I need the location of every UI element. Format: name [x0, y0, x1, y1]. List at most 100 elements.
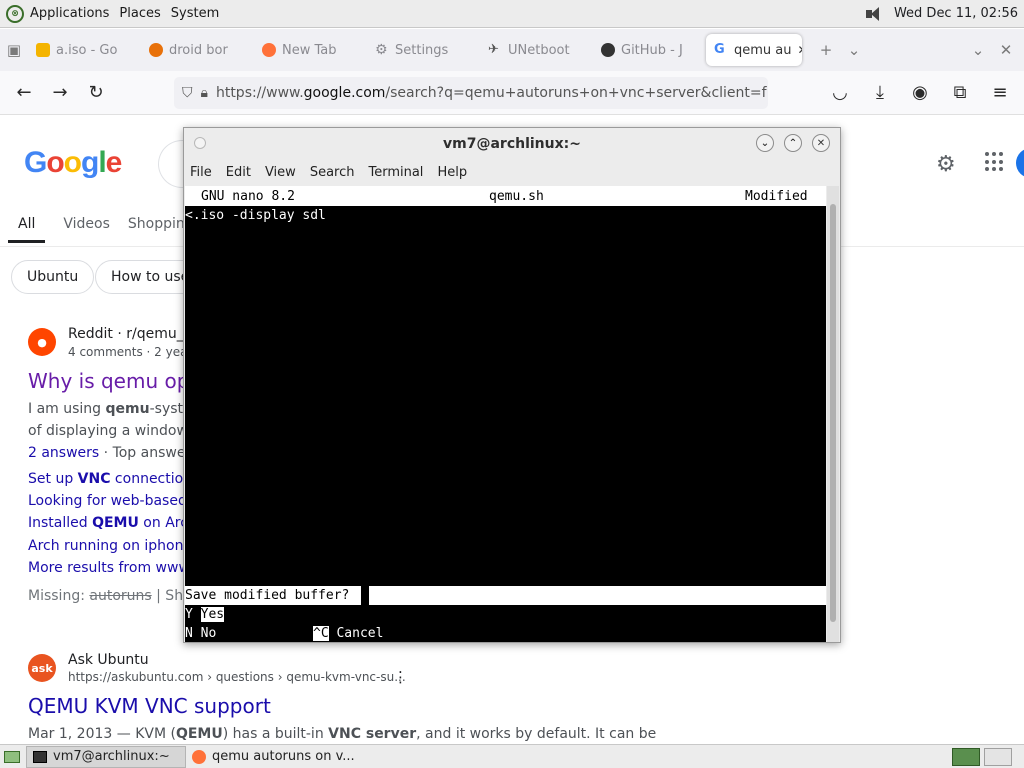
- scrollbar-thumb[interactable]: [830, 204, 836, 622]
- link-text: Set up: [28, 471, 78, 487]
- more-options-icon[interactable]: ⋮: [393, 668, 408, 686]
- tab-all[interactable]: All: [8, 216, 46, 243]
- maximize-icon[interactable]: ⌃: [784, 134, 802, 152]
- result-title[interactable]: QEMU KVM VNC support: [28, 694, 271, 718]
- show-desktop-icon[interactable]: [0, 746, 26, 768]
- terminal-icon: [33, 750, 47, 763]
- url-path: /search?q=qemu+autoruns+on+vnc+server&cl…: [385, 84, 767, 101]
- menu-terminal[interactable]: Terminal: [368, 165, 423, 180]
- terminal-window[interactable]: vm7@archlinux:~ ⌄ ⌃ ✕ File Edit View Sea…: [183, 127, 841, 643]
- link-bold: QEMU: [92, 515, 139, 531]
- browser-tab[interactable]: GitHub - J: [593, 34, 706, 66]
- result-site-name[interactable]: Reddit · r/qemu_k: [68, 326, 192, 342]
- tab-videos[interactable]: Videos: [63, 216, 110, 243]
- option-yes[interactable]: Y Yes: [185, 607, 225, 622]
- sub-result-link[interactable]: Installed QEMU on Arch: [28, 515, 197, 531]
- answers-tail: · Top answer: [99, 445, 192, 461]
- browser-tab[interactable]: New Tab: [254, 34, 367, 66]
- url-prefix: https://www.: [215, 84, 304, 101]
- option-key: ^C: [313, 626, 329, 641]
- applications-menu[interactable]: Applications: [30, 6, 109, 21]
- close-icon[interactable]: ✕: [812, 134, 830, 152]
- pocket-icon[interactable]: ◡: [822, 75, 858, 111]
- reload-icon[interactable]: ↻: [78, 75, 114, 111]
- nano-save-prompt[interactable]: Save modified buffer?: [185, 586, 826, 605]
- tab-label: droid bor: [169, 42, 228, 58]
- menu-file[interactable]: File: [190, 165, 212, 180]
- close-icon[interactable]: ✕: [798, 43, 803, 57]
- account-icon[interactable]: ◉: [902, 75, 938, 111]
- result-site-name[interactable]: Ask Ubuntu: [68, 652, 149, 668]
- sub-result-link[interactable]: More results from www: [28, 560, 190, 576]
- back-arrow-icon[interactable]: ←: [6, 75, 42, 111]
- browser-tab[interactable]: droid bor: [141, 34, 254, 66]
- taskbar-firefox[interactable]: qemu autoruns on v...: [186, 746, 366, 768]
- snippet-bold: QEMU: [175, 726, 223, 742]
- workspace-1[interactable]: [952, 747, 980, 766]
- result-snippet: of displaying a window.: [28, 423, 192, 439]
- new-tab-icon[interactable]: +: [812, 36, 840, 64]
- forward-arrow-icon[interactable]: →: [42, 75, 78, 111]
- volume-icon[interactable]: [865, 6, 884, 22]
- sub-result-link[interactable]: Set up VNC connection: [28, 471, 192, 487]
- browser-tab-active[interactable]: G qemu au ✕: [706, 34, 802, 66]
- menu-icon[interactable]: ≡: [982, 75, 1018, 111]
- chevron-down-icon[interactable]: ⌄: [840, 36, 868, 64]
- terminal-titlebar[interactable]: vm7@archlinux:~ ⌄ ⌃ ✕: [184, 128, 840, 160]
- answers-link[interactable]: 2 answers: [28, 445, 99, 461]
- system-menu[interactable]: System: [171, 6, 219, 21]
- result-snippet: I am using qemu-system: [28, 398, 205, 420]
- sub-result-link[interactable]: Arch running on iphone: [28, 538, 192, 554]
- sub-result-link[interactable]: Looking for web-based: [28, 493, 187, 509]
- option-cancel[interactable]: ^C Cancel: [313, 626, 383, 641]
- menu-search[interactable]: Search: [310, 165, 355, 180]
- terminal-scrollbar[interactable]: [827, 186, 839, 642]
- download-icon[interactable]: ⤓: [862, 75, 898, 111]
- toolbar-icons: ◡ ⤓ ◉ ⧉ ≡: [822, 75, 1024, 111]
- terminal-screen[interactable]: GNU nano 8.2 qemu.sh Modified <.iso -dis…: [185, 186, 826, 642]
- distro-logo-icon[interactable]: ⊗: [6, 4, 24, 23]
- apps-grid-icon[interactable]: [985, 152, 1005, 172]
- minimize-icon[interactable]: ⌄: [964, 36, 992, 64]
- tab-label: a.iso - Go: [56, 42, 118, 58]
- result-url[interactable]: https://askubuntu.com › questions › qemu…: [68, 670, 406, 684]
- browser-tab[interactable]: a.iso - Go: [28, 34, 141, 66]
- window-menu-icon[interactable]: [194, 137, 206, 149]
- menu-help[interactable]: Help: [437, 165, 467, 180]
- firefox-icon: [262, 43, 276, 57]
- firefox-icon: [192, 749, 206, 764]
- menu-edit[interactable]: Edit: [226, 165, 251, 180]
- clock[interactable]: Wed Dec 11, 02:56: [894, 6, 1018, 21]
- places-menu[interactable]: Places: [119, 6, 160, 21]
- settings-gear-icon[interactable]: ⚙: [936, 152, 956, 177]
- extensions-icon[interactable]: ⧉: [942, 75, 978, 111]
- top-panel: ⊗ Applications Places System Wed Dec 11,…: [0, 0, 1024, 28]
- browser-tab[interactable]: ⚙ Settings: [367, 34, 480, 66]
- result-title[interactable]: Why is qemu op: [28, 369, 189, 393]
- lock-icon[interactable]: 🔒︎: [201, 85, 208, 101]
- url-text[interactable]: https://www.google.com/search?q=qemu+aut…: [216, 85, 767, 101]
- snippet-text: , and it works by default. It can be: [416, 726, 657, 742]
- nano-status: Modified: [745, 188, 808, 204]
- close-window-icon[interactable]: ✕: [992, 36, 1020, 64]
- result-snippet: Mar 1, 2013 — KVM (QEMU) has a built-in …: [28, 723, 656, 744]
- google-doodle-logo[interactable]: Google: [24, 146, 122, 180]
- option-label: No: [200, 626, 217, 641]
- chip-ubuntu[interactable]: Ubuntu: [11, 260, 95, 294]
- browser-tab[interactable]: ✈ UNetboot: [480, 34, 593, 66]
- tab-list-icon[interactable]: ▣: [0, 36, 28, 64]
- minimize-icon[interactable]: ⌄: [756, 134, 774, 152]
- shield-icon[interactable]: ⛉: [182, 85, 193, 101]
- menu-view[interactable]: View: [265, 165, 296, 180]
- url-bar[interactable]: ⛉ 🔒︎ https://www.google.com/search?q=qem…: [174, 76, 768, 109]
- prompt-gap: [361, 586, 369, 605]
- taskbar-terminal[interactable]: vm7@archlinux:~: [26, 745, 186, 768]
- snippet-bold: qemu: [105, 401, 150, 417]
- url-host: google.com: [303, 84, 386, 101]
- link-text: Installed: [28, 515, 93, 531]
- workspace-2[interactable]: [984, 747, 1012, 766]
- avatar[interactable]: [1016, 148, 1024, 178]
- link-text: connection: [110, 471, 193, 487]
- option-no[interactable]: N No: [185, 626, 216, 641]
- browser-nav-bar: ← → ↻ ⛉ 🔒︎ https://www.google.com/search…: [0, 71, 1024, 115]
